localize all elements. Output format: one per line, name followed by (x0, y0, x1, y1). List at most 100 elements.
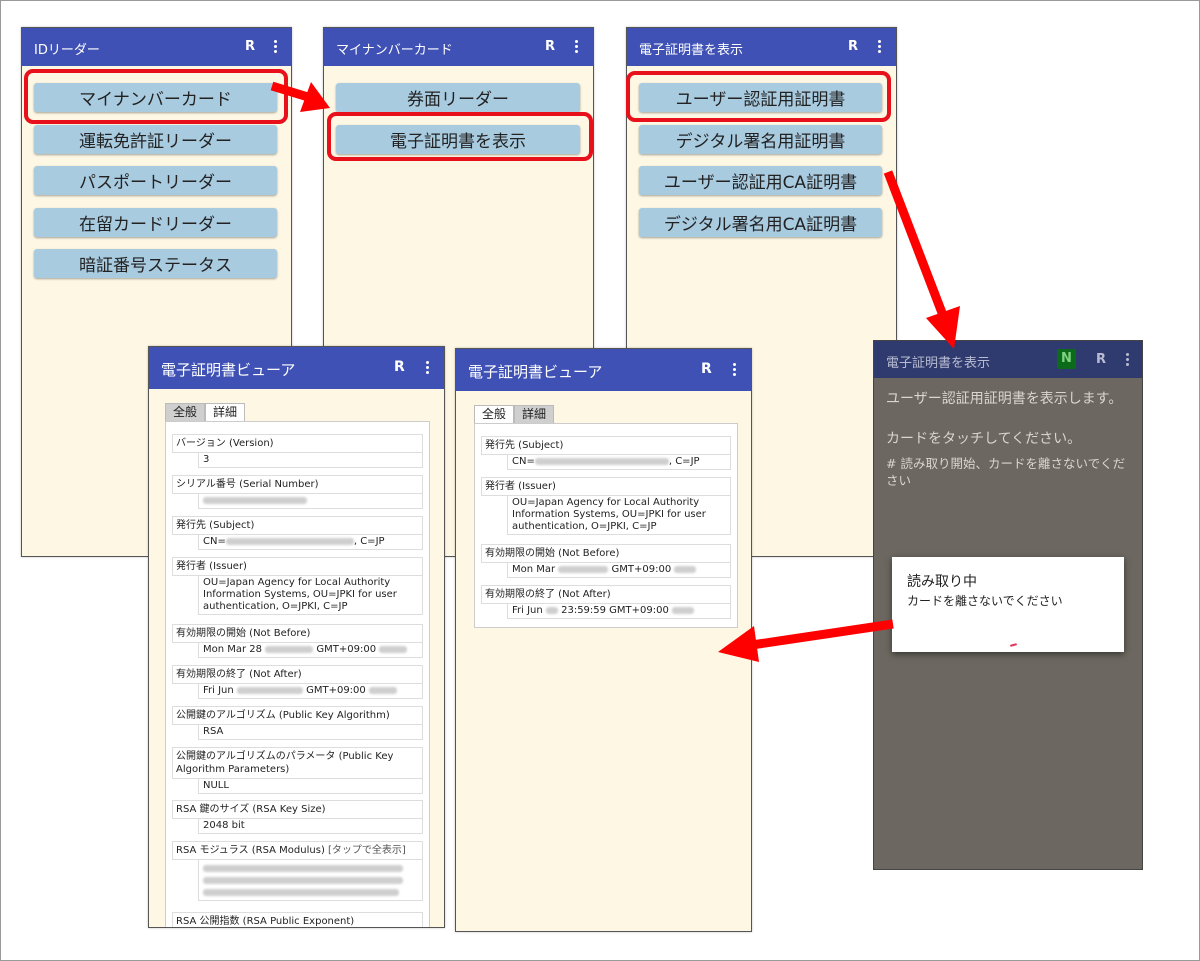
app-bar: IDリーダー R (22, 28, 291, 66)
app-bar: 電子証明書を表示 R (627, 28, 896, 66)
field-value-suffix: 23:59:59 GMT+09:00 (561, 605, 669, 616)
r-button[interactable]: R (701, 361, 712, 377)
field-value: Fri Jun (203, 685, 234, 696)
digital-signature-cert-button[interactable]: デジタル署名用証明書 (639, 125, 882, 154)
field-public-key-params: 公開鍵のアルゴリズムのパラメータ (Public Key Algorithm P… (172, 747, 423, 794)
field-subject: 発行先 (Subject) CN= , C=JP (481, 436, 731, 470)
app-title: マイナンバーカード (336, 43, 453, 58)
field-value-suffix: GMT+09:00 (611, 564, 672, 575)
field-label: 発行先 (Subject) (172, 516, 423, 535)
r-button[interactable]: R (1096, 352, 1106, 367)
field-rsa-public-exponent: RSA 公開指数 (RSA Public Exponent) (172, 912, 423, 927)
overflow-menu-icon[interactable] (878, 40, 882, 55)
field-version: バージョン (Version) 3 (172, 434, 423, 468)
app-title: 電子証明書を表示 (886, 356, 991, 371)
passport-reader-button[interactable]: パスポートリーダー (34, 166, 277, 195)
field-value: Fri Jun (512, 605, 543, 616)
redacted (674, 565, 697, 573)
field-value-suffix: GMT+09:00 (316, 644, 377, 655)
tap-to-show-all-hint: [タップで全表示] (328, 845, 406, 856)
redacted (368, 686, 397, 694)
field-value: NULL (198, 779, 423, 794)
redacted (379, 645, 408, 653)
field-value: RSA (198, 725, 423, 740)
field-not-before: 有効期限の開始 (Not Before) Mon Mar 28 GMT+09:0… (172, 624, 423, 658)
field-label: RSA モジュラス (RSA Modulus) (176, 845, 325, 856)
field-value-suffix: , C=JP (668, 456, 700, 467)
field-value: 2048 bit (198, 819, 423, 834)
drivers-license-reader-button[interactable]: 運転免許証リーダー (34, 125, 277, 154)
app-bar: 電子証明書を表示 N R (874, 341, 1142, 378)
field-value: CN= (203, 536, 226, 547)
redacted (672, 606, 695, 614)
detail-panel: バージョン (Version) 3 シリアル番号 (Serial Number)… (165, 421, 430, 927)
field-value: 3 (198, 453, 423, 468)
screen-reading: 電子証明書を表示 N R ユーザー認証用証明書を表示します。 カードをタッチして… (873, 340, 1143, 870)
field-label: 発行者 (Issuer) (172, 557, 423, 576)
field-not-after: 有効期限の終了 (Not After) Fri Jun 23:59:59 GMT… (481, 585, 731, 619)
app-title: 電子証明書を表示 (639, 43, 744, 58)
redacted (265, 645, 314, 653)
dialog-message: カードを離さないでください (907, 594, 1063, 608)
field-not-before: 有効期限の開始 (Not Before) Mon Mar GMT+09:00 (481, 544, 731, 578)
digital-signature-ca-cert-button[interactable]: デジタル署名用CA証明書 (639, 208, 882, 237)
r-button[interactable]: R (848, 39, 858, 54)
field-label: 有効期限の開始 (Not Before) (172, 624, 423, 643)
field-label: 有効期限の開始 (Not Before) (481, 544, 731, 563)
app-bar: 電子証明書ビューア R (149, 347, 444, 389)
r-button[interactable]: R (394, 359, 405, 375)
screen-viewer-detail: 電子証明書ビューア R 全般 詳細 バージョン (Version) 3 シリアル… (148, 346, 445, 928)
progress-spinner (1009, 643, 1018, 647)
r-button[interactable]: R (545, 39, 555, 54)
app-bar: マイナンバーカード R (324, 28, 593, 66)
overflow-menu-icon[interactable] (274, 40, 278, 55)
overflow-menu-icon[interactable] (1126, 353, 1130, 368)
redacted (558, 565, 609, 573)
tab-detail[interactable]: 詳細 (205, 403, 246, 422)
field-rsa-key-size: RSA 鍵のサイズ (RSA Key Size) 2048 bit (172, 800, 423, 834)
field-label: バージョン (Version) (172, 434, 423, 453)
field-serial: シリアル番号 (Serial Number) (172, 475, 423, 509)
field-label: RSA 公開指数 (RSA Public Exponent) (172, 912, 423, 927)
app-title: 電子証明書ビューア (161, 361, 296, 379)
field-subject: 発行先 (Subject) CN= , C=JP (172, 516, 423, 550)
app-title: 電子証明書ビューア (468, 363, 603, 381)
field-value: Mon Mar (512, 564, 556, 575)
tab-general[interactable]: 全般 (474, 405, 515, 424)
user-auth-ca-cert-button[interactable]: ユーザー認証用CA証明書 (639, 166, 882, 195)
dialog-title: 読み取り中 (907, 574, 977, 590)
nfc-icon: N (1057, 349, 1076, 369)
pin-status-button[interactable]: 暗証番号ステータス (34, 249, 277, 278)
reading-instruction: ユーザー認証用証明書を表示します。 (886, 391, 1123, 407)
highlight-show-certificate (327, 112, 593, 161)
general-panel: 発行先 (Subject) CN= , C=JP 発行者 (Issuer) OU=… (474, 423, 738, 628)
reading-dialog: 読み取り中 カードを離さないでください (892, 557, 1124, 652)
field-value: OU=Japan Agency for Local Authority Info… (198, 576, 423, 615)
card-face-reader-button[interactable]: 券面リーダー (336, 83, 580, 112)
highlight-user-auth-cert (626, 71, 891, 122)
tab-detail[interactable]: 詳細 (514, 405, 555, 424)
redacted (545, 606, 558, 614)
field-value-suffix: , C=JP (353, 536, 385, 547)
field-label: 公開鍵のアルゴリズム (Public Key Algorithm) (172, 706, 423, 725)
overflow-menu-icon[interactable] (575, 40, 579, 55)
field-label: シリアル番号 (Serial Number) (172, 475, 423, 494)
field-not-after: 有効期限の終了 (Not After) Fri Jun GMT+09:00 (172, 665, 423, 699)
field-label: RSA 鍵のサイズ (RSA Key Size) (172, 800, 423, 819)
field-public-key-algorithm: 公開鍵のアルゴリズム (Public Key Algorithm) RSA (172, 706, 423, 740)
residence-card-reader-button[interactable]: 在留カードリーダー (34, 208, 277, 237)
field-value-redacted (198, 494, 423, 509)
field-value-suffix: GMT+09:00 (306, 685, 366, 696)
app-title: IDリーダー (34, 43, 100, 58)
reading-note: # 読み取り開始、カードを離さないでください (886, 456, 1126, 488)
field-label: 公開鍵のアルゴリズムのパラメータ (Public Key Algorithm P… (172, 747, 423, 779)
overflow-menu-icon[interactable] (426, 361, 430, 376)
screen-viewer-general: 電子証明書ビューア R 全般 詳細 発行先 (Subject) CN= , C=J… (455, 348, 752, 932)
overflow-menu-icon[interactable] (733, 363, 737, 378)
field-rsa-modulus[interactable]: RSA モジュラス (RSA Modulus) [タップで全表示] (172, 841, 423, 901)
r-button[interactable]: R (245, 39, 255, 54)
touch-card-instruction: カードをタッチしてください。 (886, 431, 1082, 447)
field-value: CN= (512, 456, 535, 467)
field-label: 発行先 (Subject) (481, 436, 731, 455)
tab-general[interactable]: 全般 (165, 403, 206, 422)
